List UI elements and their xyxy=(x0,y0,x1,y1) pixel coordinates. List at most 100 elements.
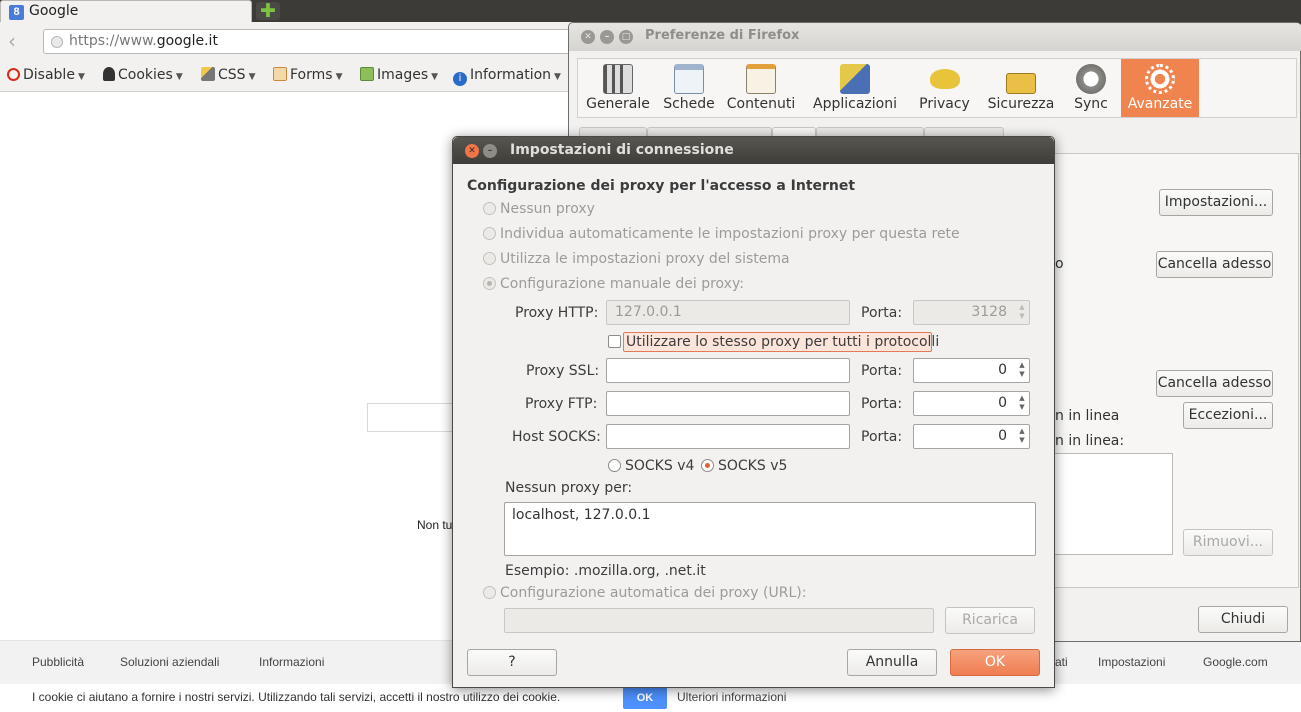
forms-menu[interactable]: Forms ▼ xyxy=(273,67,342,83)
footer-link-partial[interactable]: ati xyxy=(1055,655,1068,669)
tab-sicurezza[interactable]: Sicurezza xyxy=(981,59,1061,117)
radio-socks-v4[interactable] xyxy=(608,459,621,472)
ssl-port-label: Porta: xyxy=(861,363,903,379)
prefs-partial-text-inlinea2: n in linea: xyxy=(1055,433,1125,449)
radio-manual-proxy[interactable] xyxy=(483,277,496,290)
ftp-port-label: Porta: xyxy=(861,396,903,412)
footer-link-informazioni[interactable]: Informazioni xyxy=(259,655,324,669)
ok-button[interactable]: OK xyxy=(950,649,1040,676)
cookie-more-link[interactable]: Ulteriori informazioni xyxy=(677,690,786,704)
info-icon: i xyxy=(453,72,467,86)
ftp-port-spinner[interactable]: 0 ▲ ▼ xyxy=(913,391,1030,416)
label-socks-v5: SOCKS v5 xyxy=(718,458,788,474)
ssl-proxy-input[interactable] xyxy=(606,358,850,383)
switches-icon xyxy=(603,64,633,94)
reload-button[interactable]: Ricarica xyxy=(945,607,1035,634)
http-port-spinner[interactable]: 3128 ▲ ▼ xyxy=(913,300,1030,325)
socks-port-value: 0 xyxy=(998,428,1007,444)
tab-title: Google xyxy=(29,3,79,19)
auto-config-url-input[interactable] xyxy=(504,608,934,633)
tabs-icon xyxy=(674,64,704,94)
dialog-title: Impostazioni di connessione xyxy=(510,142,734,158)
ftp-proxy-label: Proxy FTP: xyxy=(525,396,598,412)
information-menu[interactable]: i Information ▼ xyxy=(453,67,561,86)
magic-wand-icon xyxy=(201,67,215,81)
same-proxy-label: Utilizzare lo stesso proxy per tutti i p… xyxy=(626,334,940,350)
cookie-ok-button[interactable]: OK xyxy=(623,687,667,709)
http-port-label: Porta: xyxy=(861,305,903,321)
no-proxy-for-label: Nessun proxy per: xyxy=(505,480,633,496)
radio-socks-v5[interactable] xyxy=(701,459,714,472)
tab-schede[interactable]: Schede xyxy=(658,59,720,117)
spinner-arrows-icon[interactable]: ▲ ▼ xyxy=(1017,303,1027,322)
http-proxy-input[interactable]: 127.0.0.1 xyxy=(606,300,850,325)
google-favicon-icon: 8 xyxy=(9,5,24,20)
socks-host-input[interactable] xyxy=(606,424,850,449)
socks-port-spinner[interactable]: 0 ▲ ▼ xyxy=(913,424,1030,449)
clear-offline-button[interactable]: Cancella adesso xyxy=(1156,370,1273,397)
tab-generale[interactable]: Generale xyxy=(578,59,658,117)
cookies-menu[interactable]: Cookies ▼ xyxy=(103,67,183,83)
preferences-title: Preferenze di Firefox xyxy=(645,28,800,43)
css-menu[interactable]: CSS ▼ xyxy=(201,67,255,83)
scissors-icon xyxy=(840,64,870,94)
forms-icon xyxy=(273,67,287,81)
no-proxy-example: Esempio: .mozilla.org, .net.it xyxy=(505,563,706,579)
page-partial-text: Non tu xyxy=(417,518,453,532)
footer-link-soluzioni[interactable]: Soluzioni aziendali xyxy=(120,655,219,669)
footer-link-impostazioni[interactable]: Impostazioni xyxy=(1098,655,1165,669)
tab-contenuti[interactable]: Contenuti xyxy=(720,59,802,117)
label-system-proxy: Utilizza le impostazioni proxy del siste… xyxy=(500,251,790,267)
radio-system-proxy[interactable] xyxy=(483,252,496,265)
same-proxy-checkbox[interactable] xyxy=(608,335,621,348)
spinner-arrows-icon[interactable]: ▲ ▼ xyxy=(1017,394,1027,413)
radio-auto-detect[interactable] xyxy=(483,227,496,240)
help-button[interactable]: ? xyxy=(467,649,557,676)
url-bar[interactable]: https://www.google.it xyxy=(43,29,583,54)
ssl-port-value: 0 xyxy=(998,362,1007,378)
dialog-minimize-icon[interactable]: – xyxy=(483,144,497,158)
images-menu[interactable]: Images ▼ xyxy=(360,67,438,83)
prefs-partial-text-inlinea: n in linea xyxy=(1055,408,1120,424)
label-socks-v4: SOCKS v4 xyxy=(625,458,695,474)
preferences-toolbar: Generale Schede Contenuti Applicazioni P… xyxy=(577,58,1297,118)
globe-icon xyxy=(51,36,63,48)
offline-sites-list[interactable] xyxy=(1053,453,1173,555)
spinner-arrows-icon[interactable]: ▲ ▼ xyxy=(1017,361,1027,380)
ssl-port-spinner[interactable]: 0 ▲ ▼ xyxy=(913,358,1030,383)
socks-host-label: Host SOCKS: xyxy=(512,429,601,445)
http-proxy-label: Proxy HTTP: xyxy=(515,305,599,321)
spinner-arrows-icon[interactable]: ▲ ▼ xyxy=(1017,427,1027,446)
prefs-maximize-icon[interactable]: □ xyxy=(619,30,633,44)
tab-privacy[interactable]: Privacy xyxy=(908,59,981,117)
prefs-close-icon[interactable]: ✕ xyxy=(581,30,595,44)
cookie-notice-text: I cookie ci aiutano a fornire i nostri s… xyxy=(32,690,561,704)
cancel-button[interactable]: Annulla xyxy=(847,649,937,676)
ftp-proxy-input[interactable] xyxy=(606,391,850,416)
dialog-close-icon[interactable]: ✕ xyxy=(465,144,479,158)
prefs-partial-text-o: o xyxy=(1055,256,1064,272)
radio-auto-config-url[interactable] xyxy=(483,586,496,599)
close-prefs-button[interactable]: Chiudi xyxy=(1198,606,1288,633)
no-proxy-for-textarea[interactable]: localhost, 127.0.0.1 xyxy=(504,502,1036,556)
tab-applicazioni[interactable]: Applicazioni xyxy=(802,59,908,117)
back-arrow-icon[interactable]: ‹ xyxy=(8,31,28,52)
tab-avanzate[interactable]: Avanzate xyxy=(1121,59,1199,117)
mask-icon xyxy=(929,69,960,89)
browser-tab[interactable]: 8 Google xyxy=(0,0,252,22)
tab-sync[interactable]: Sync xyxy=(1061,59,1121,117)
radio-no-proxy[interactable] xyxy=(483,202,496,215)
person-icon xyxy=(103,67,115,81)
connection-settings-button[interactable]: Impostazioni... xyxy=(1159,189,1273,216)
preferences-titlebar: ✕ – □ Preferenze di Firefox xyxy=(569,23,1301,51)
clear-cache-button[interactable]: Cancella adesso xyxy=(1156,251,1273,278)
footer-link-pubblicita[interactable]: Pubblicità xyxy=(32,655,84,669)
new-tab-plus-icon[interactable]: ✚ xyxy=(256,2,280,21)
prefs-minimize-icon[interactable]: – xyxy=(600,30,614,44)
disable-menu[interactable]: Disable ▼ xyxy=(7,67,85,83)
footer-link-google-com[interactable]: Google.com xyxy=(1203,655,1268,669)
label-manual-proxy: Configurazione manuale dei proxy: xyxy=(500,276,744,292)
remove-button[interactable]: Rimuovi... xyxy=(1183,529,1273,556)
url-text: https://www.google.it xyxy=(69,33,218,49)
exceptions-button[interactable]: Eccezioni... xyxy=(1183,402,1273,429)
